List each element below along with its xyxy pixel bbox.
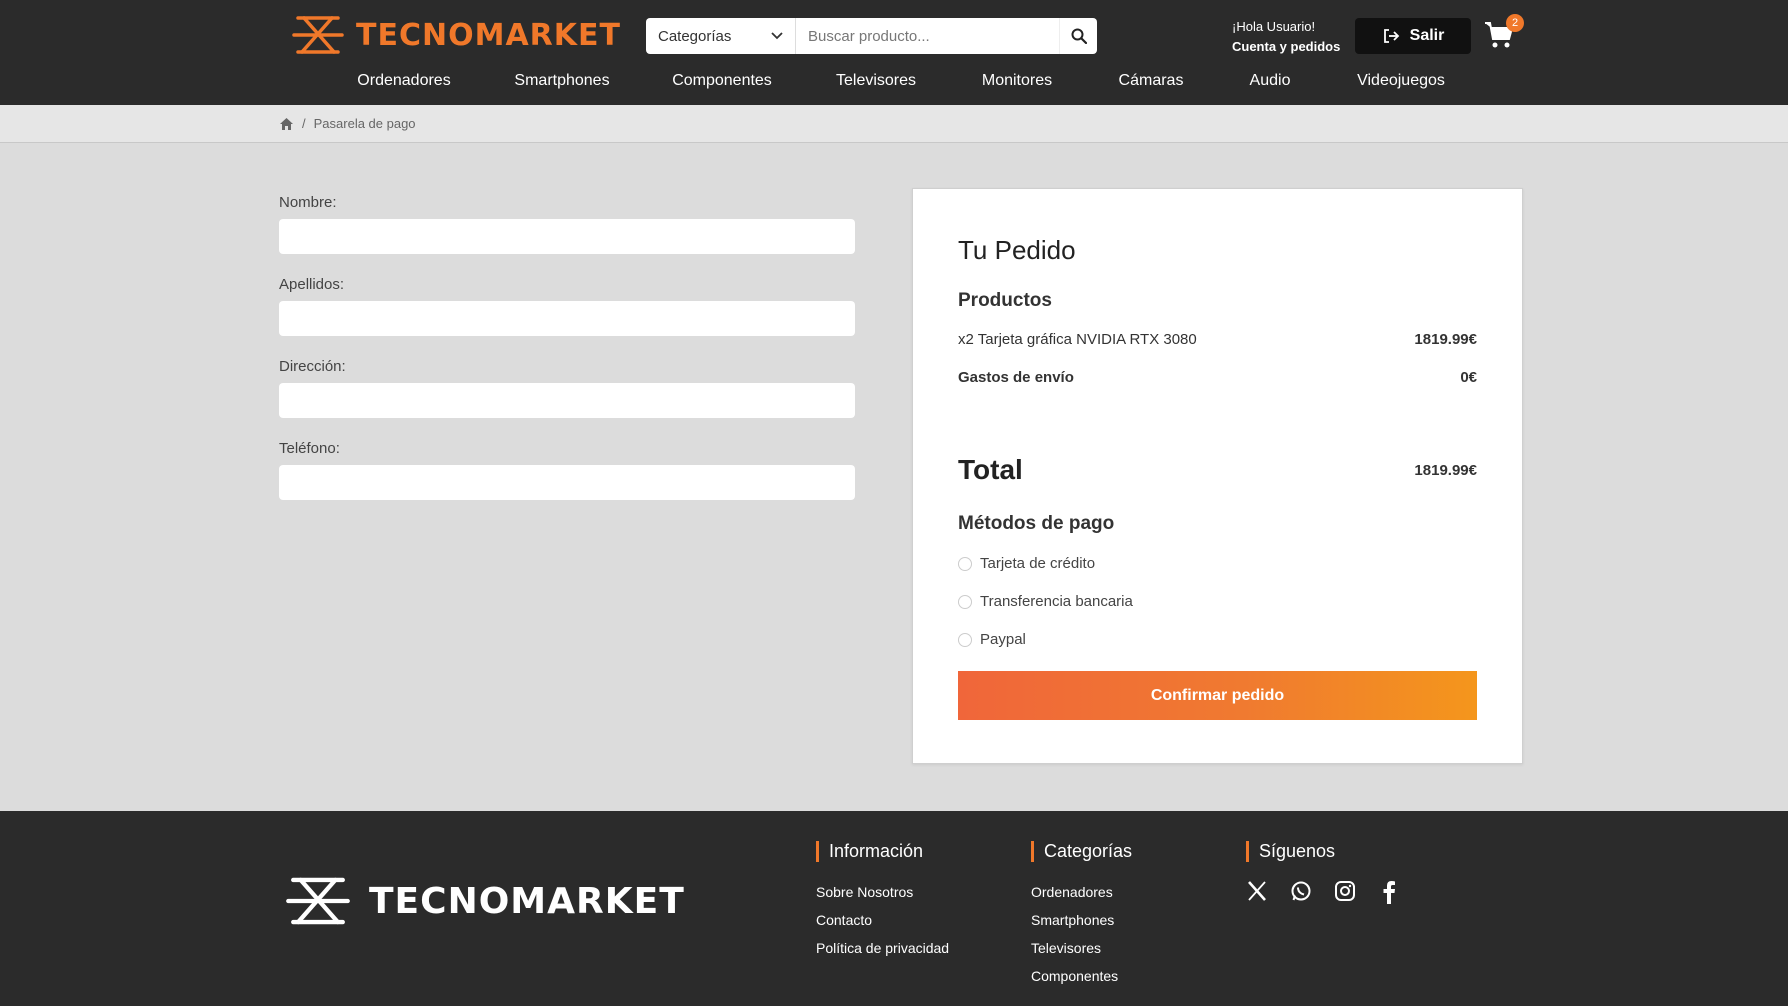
order-title: Tu Pedido [958, 235, 1076, 265]
surname-label: Apellidos: [279, 276, 345, 293]
category-select-value: Categorías [658, 27, 732, 45]
footer-social-column: Síguenos [1246, 841, 1400, 904]
logout-label: Salir [1409, 27, 1445, 44]
search-icon [1071, 28, 1087, 44]
greeting-text: ¡Hola Usuario! [1232, 19, 1316, 34]
payment-option-bank-transfer[interactable]: Transferencia bancaria [958, 593, 1133, 610]
footer-link-televisores[interactable]: Televisores [1031, 940, 1132, 956]
radio-paypal[interactable] [958, 632, 972, 647]
user-greeting: ¡Hola Usuario! Cuenta y pedidos [1232, 17, 1340, 57]
payment-option-label: Paypal [980, 631, 1026, 648]
search-input[interactable] [796, 18, 1059, 54]
logout-button[interactable]: Salir [1355, 18, 1471, 54]
surname-field[interactable] [279, 301, 855, 336]
payment-option-credit-card[interactable]: Tarjeta de crédito [958, 555, 1095, 572]
brand-name: TECNOMARKET [356, 17, 621, 53]
x-icon[interactable] [1246, 880, 1268, 902]
nav-item-videojuegos[interactable]: Videojuegos [1357, 72, 1445, 90]
total-value: 1819.99€ [1414, 461, 1477, 479]
nav-item-componentes[interactable]: Componentes [672, 72, 772, 90]
footer-link-contact[interactable]: Contacto [816, 912, 949, 928]
shipping-price: 0€ [1460, 369, 1477, 386]
footer-link-smartphones[interactable]: Smartphones [1031, 912, 1132, 928]
phone-label: Teléfono: [279, 440, 340, 457]
payment-option-label: Transferencia bancaria [980, 593, 1133, 610]
products-heading: Productos [958, 290, 1052, 311]
radio-credit-card[interactable] [958, 556, 972, 571]
footer-social-heading: Síguenos [1246, 841, 1400, 862]
name-label: Nombre: [279, 194, 337, 211]
main-nav: Ordenadores Smartphones Componentes Tele… [0, 72, 1788, 96]
instagram-icon[interactable] [1334, 880, 1356, 902]
order-summary-card: Tu Pedido Productos x2 Tarjeta gráfica N… [912, 188, 1523, 764]
shipping-label: Gastos de envío [958, 369, 1074, 386]
footer-link-privacy[interactable]: Política de privacidad [816, 940, 949, 956]
footer-link-ordenadores[interactable]: Ordenadores [1031, 884, 1132, 900]
address-label: Dirección: [279, 358, 346, 375]
footer-info-column: Información Sobre Nosotros Contacto Polí… [816, 841, 949, 968]
category-select[interactable]: Categorías [646, 18, 796, 54]
payment-option-paypal[interactable]: Paypal [958, 631, 1026, 648]
nav-item-ordenadores[interactable]: Ordenadores [357, 72, 450, 90]
top-header: TECNOMARKET Categorías ¡Hola Usuario! Cu… [0, 0, 1788, 105]
item-label: x2 Tarjeta gráfica NVIDIA RTX 3080 [958, 331, 1197, 348]
payment-option-label: Tarjeta de crédito [980, 555, 1096, 572]
nav-item-audio[interactable]: Audio [1250, 72, 1291, 90]
address-field[interactable] [279, 383, 855, 418]
phone-field[interactable] [279, 465, 855, 500]
brand-logo[interactable]: TECNOMARKET [290, 14, 621, 56]
footer-categories-heading: Categorías [1031, 841, 1132, 862]
total-row: Total 1819.99€ [958, 454, 1477, 486]
breadcrumb-separator: / [302, 116, 306, 131]
breadcrumb-bar: / Pasarela de pago [0, 105, 1788, 143]
cart-count-badge: 2 [1506, 14, 1524, 32]
footer-link-componentes[interactable]: Componentes [1031, 968, 1132, 984]
shipping-form: Nombre: Apellidos: Dirección: Teléfono: [279, 194, 855, 522]
nav-item-televisores[interactable]: Televisores [836, 72, 916, 90]
total-label: Total [958, 454, 1023, 485]
breadcrumb-current: Pasarela de pago [313, 116, 416, 131]
footer-logo[interactable]: TECNOMARKET [281, 875, 685, 927]
nav-item-monitores[interactable]: Monitores [982, 72, 1052, 90]
radio-bank-transfer[interactable] [958, 594, 972, 609]
footer-link-about[interactable]: Sobre Nosotros [816, 884, 949, 900]
nav-item-smartphones[interactable]: Smartphones [514, 72, 609, 90]
logo-icon [292, 16, 344, 54]
whatsapp-icon[interactable] [1290, 880, 1312, 902]
shipping-row: Gastos de envío 0€ [958, 369, 1477, 386]
breadcrumb: / Pasarela de pago [279, 116, 416, 131]
social-links [1246, 880, 1400, 904]
search-bar: Categorías [646, 18, 1097, 54]
facebook-icon[interactable] [1378, 880, 1400, 904]
order-line-item: x2 Tarjeta gráfica NVIDIA RTX 3080 1819.… [958, 331, 1477, 348]
payment-methods-heading: Métodos de pago [958, 513, 1115, 534]
search-button[interactable] [1059, 18, 1097, 54]
footer-categories-column: Categorías Ordenadores Smartphones Telev… [1031, 841, 1132, 996]
chevron-down-icon [771, 32, 783, 40]
footer-brand-name: TECNOMARKET [369, 880, 685, 922]
cart-button[interactable]: 2 [1484, 14, 1524, 50]
item-price: 1819.99€ [1414, 331, 1477, 348]
confirm-order-button[interactable]: Confirmar pedido [958, 671, 1477, 720]
checkout-main: Nombre: Apellidos: Dirección: Teléfono: … [0, 143, 1788, 811]
nav-item-camaras[interactable]: Cámaras [1119, 72, 1184, 90]
name-field[interactable] [279, 219, 855, 254]
footer-info-heading: Información [816, 841, 949, 862]
site-footer: TECNOMARKET Información Sobre Nosotros C… [0, 811, 1788, 1006]
logo-icon [286, 877, 350, 925]
logout-icon [1383, 29, 1399, 43]
account-orders-link[interactable]: Cuenta y pedidos [1232, 37, 1340, 57]
home-icon[interactable] [279, 117, 294, 131]
